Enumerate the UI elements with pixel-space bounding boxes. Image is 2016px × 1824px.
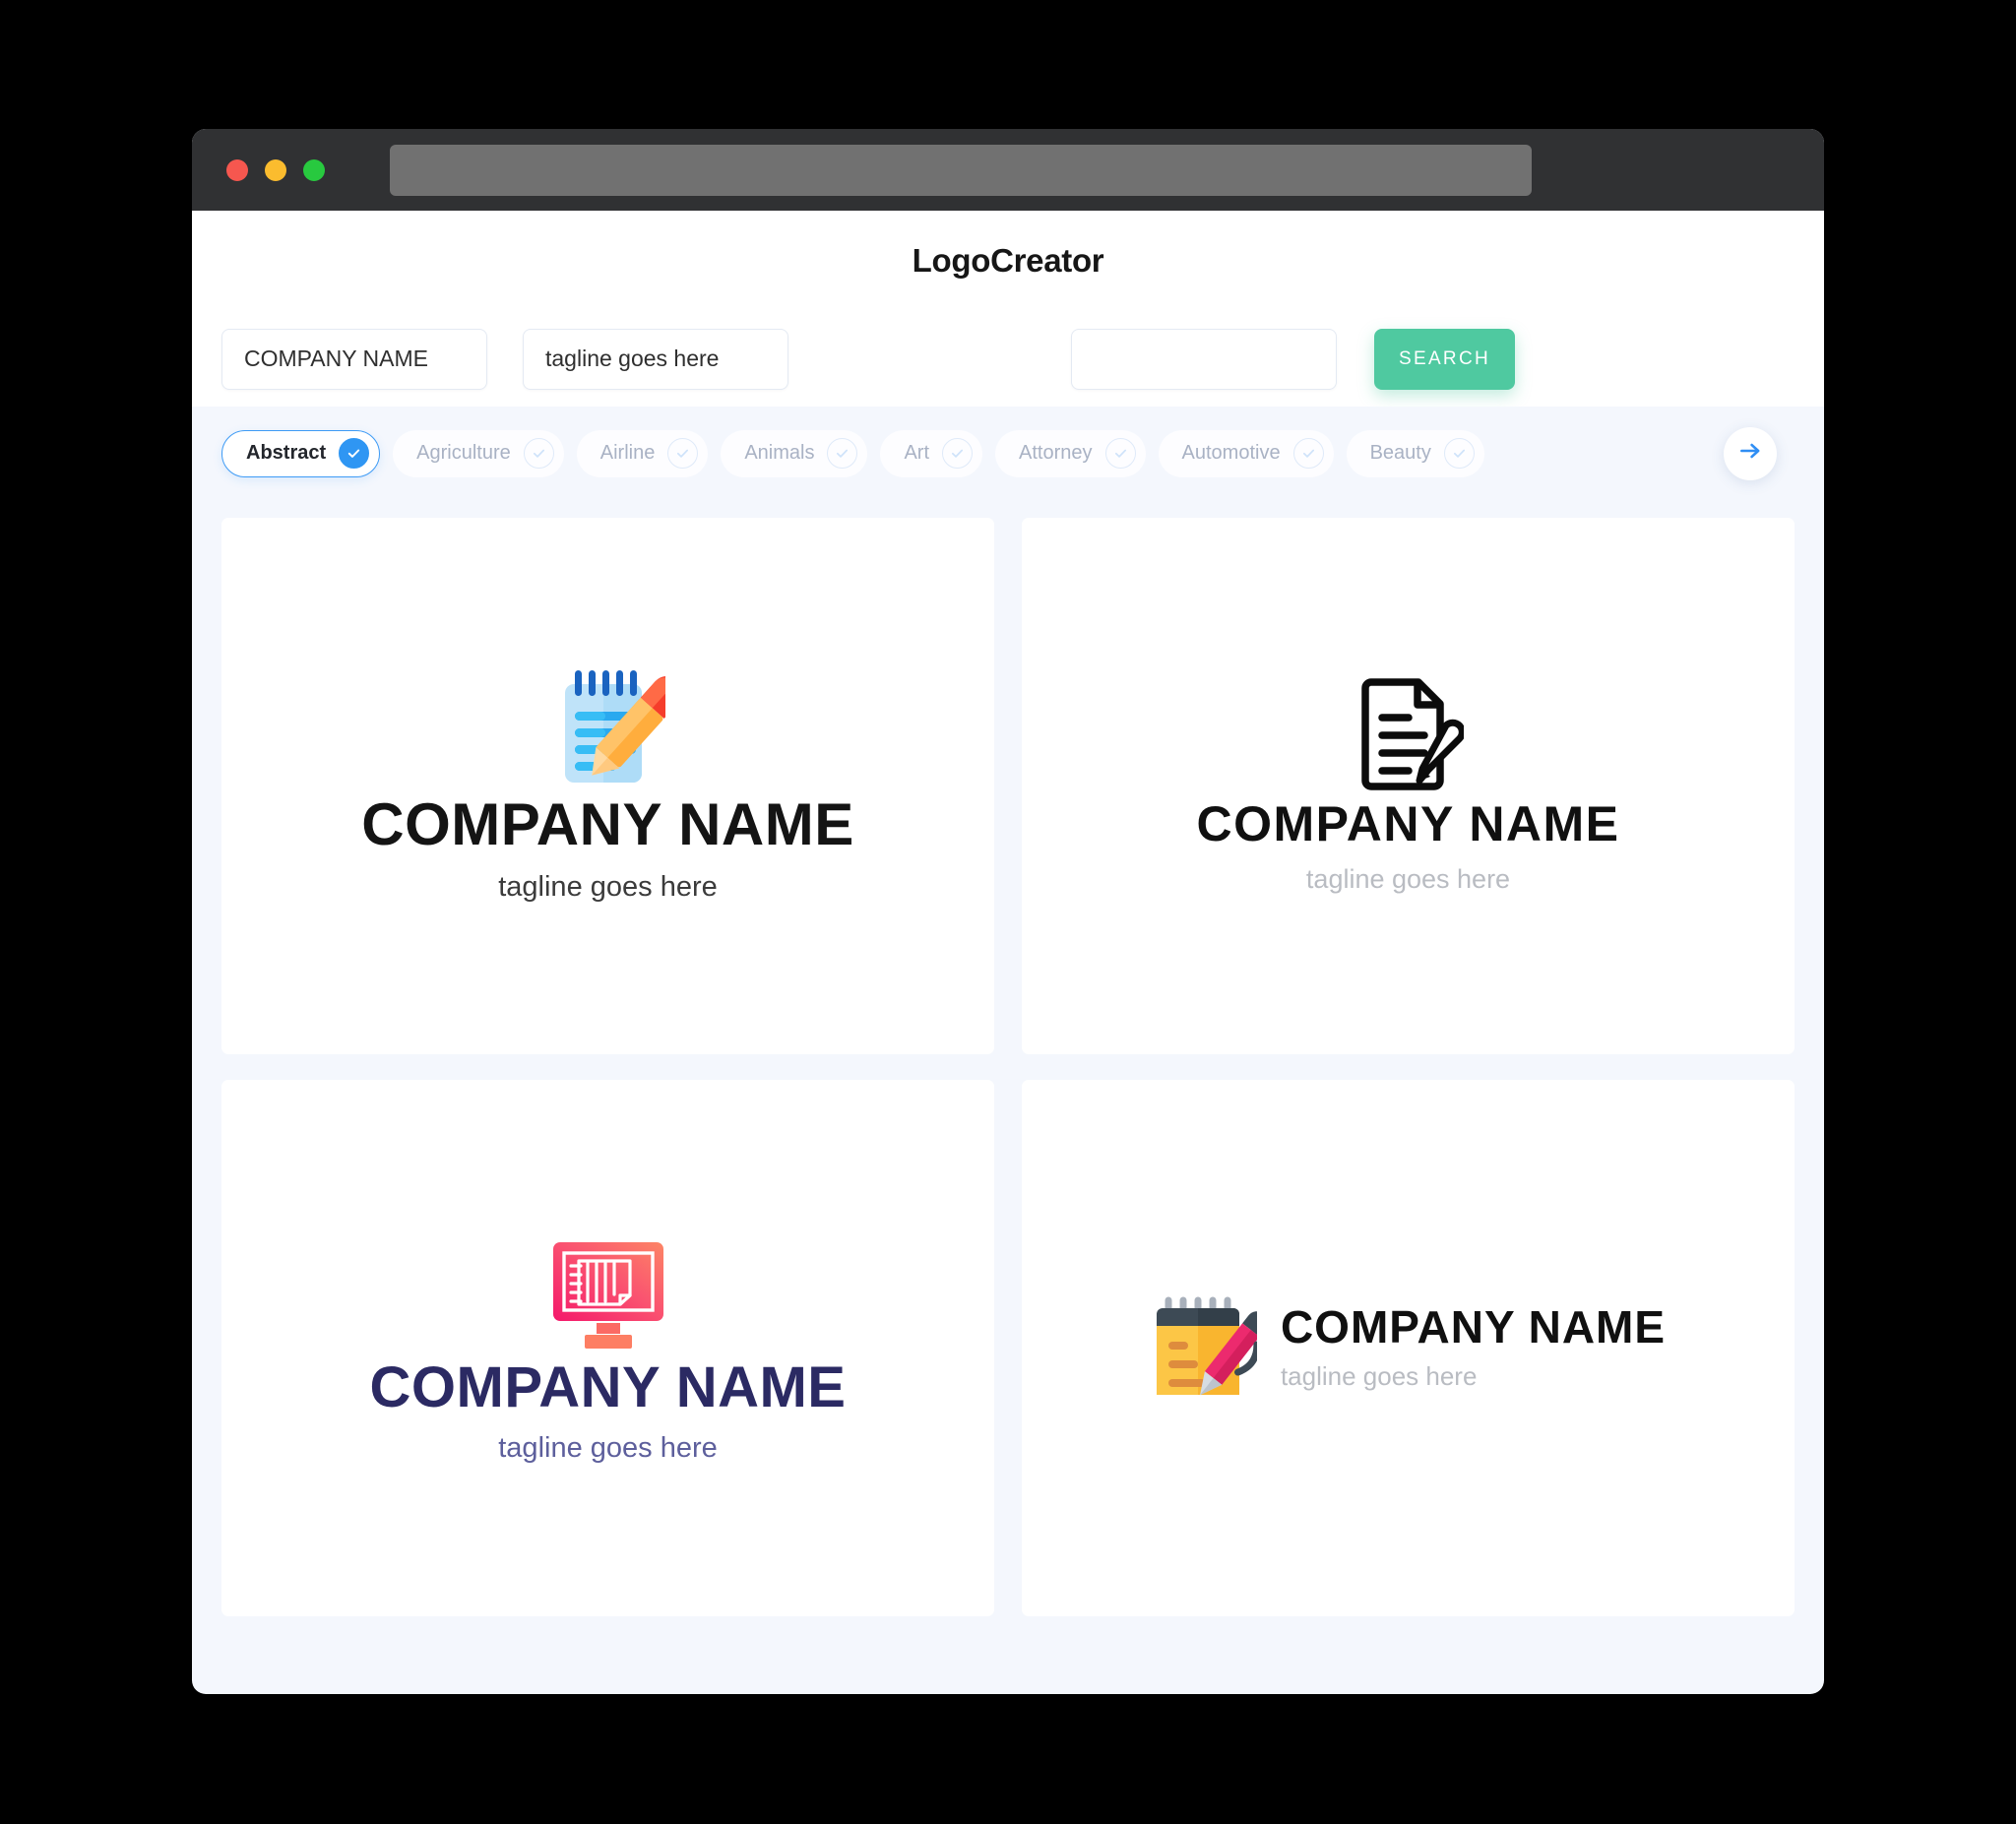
category-chip-label: Automotive — [1181, 442, 1281, 464]
category-chip-attorney[interactable]: Attorney — [995, 429, 1146, 477]
check-circle-icon — [667, 438, 699, 469]
company-name-input[interactable]: COMPANY NAME — [221, 328, 487, 390]
category-chip-beauty[interactable]: Beauty — [1346, 429, 1484, 477]
logo-card[interactable]: COMPANY NAME tagline goes here — [1022, 1080, 1795, 1616]
check-circle-icon — [942, 438, 974, 469]
check-circle-icon — [1104, 438, 1136, 469]
category-chip-airline[interactable]: Airline — [576, 429, 709, 477]
url-bar[interactable] — [390, 144, 1532, 196]
category-chip-abstract[interactable]: Abstract — [221, 429, 381, 477]
category-chip-animals[interactable]: Animals — [721, 429, 868, 477]
check-circle-icon — [339, 438, 370, 469]
logo-company-name: COMPANY NAME — [361, 791, 854, 857]
search-button[interactable]: SEARCH — [1374, 328, 1515, 390]
yellow-notepad-pen-icon — [1151, 1292, 1268, 1404]
document-pen-outline-icon — [1354, 677, 1466, 799]
page-title: LogoCreator — [912, 242, 1104, 279]
logo-tagline: tagline goes here — [1280, 1361, 1478, 1391]
notepad-pencil-icon — [549, 668, 683, 795]
logo-company-name: COMPANY NAME — [1280, 1301, 1667, 1352]
category-chip-agriculture[interactable]: Agriculture — [393, 429, 564, 477]
category-chip-label: Abstract — [246, 442, 327, 464]
logo-card[interactable]: COMPANY NAME tagline goes here — [221, 1080, 994, 1616]
category-chip-label: Agriculture — [416, 442, 511, 464]
browser-window: LogoCreator COMPANY NAME tagline goes he… — [192, 129, 1824, 1694]
logo-card[interactable]: COMPANY NAME tagline goes here — [1022, 518, 1795, 1054]
app-header: LogoCreator — [192, 211, 1824, 311]
browser-titlebar — [192, 129, 1824, 211]
category-chip-label: Beauty — [1369, 442, 1431, 464]
keyword-input[interactable] — [1071, 328, 1337, 390]
category-chip-automotive[interactable]: Automotive — [1158, 429, 1334, 477]
logo-company-name: COMPANY NAME — [369, 1354, 847, 1419]
arrow-right-icon — [1737, 438, 1763, 469]
logo-tagline: tagline goes here — [1305, 863, 1511, 894]
check-circle-icon — [827, 438, 858, 469]
logo-company-name: COMPANY NAME — [1196, 795, 1620, 851]
minimize-window-button[interactable] — [265, 158, 286, 181]
window-controls — [226, 158, 325, 181]
categories-next-button[interactable] — [1724, 426, 1777, 480]
category-chip-label: Attorney — [1019, 442, 1093, 464]
category-chip-label: Airline — [599, 442, 656, 464]
category-chip-label: Animals — [744, 442, 815, 464]
close-window-button[interactable] — [226, 158, 248, 181]
logo-tagline: tagline goes here — [498, 871, 718, 903]
category-chip-label: Art — [904, 442, 930, 464]
check-circle-icon — [1443, 438, 1475, 469]
check-circle-icon — [1292, 438, 1324, 469]
category-filter-bar[interactable]: Abstract Agriculture Airline Animals Art — [192, 407, 1824, 500]
check-circle-icon — [523, 438, 554, 469]
logo-results-grid: COMPANY NAME tagline goes here COMPANY N… — [192, 500, 1824, 1654]
zoom-window-button[interactable] — [303, 158, 325, 181]
logo-card[interactable]: COMPANY NAME tagline goes here — [221, 518, 994, 1054]
category-chip-art[interactable]: Art — [880, 429, 983, 477]
search-toolbar: COMPANY NAME tagline goes here SEARCH — [192, 311, 1824, 407]
logo-tagline: tagline goes here — [498, 1431, 718, 1464]
tagline-input[interactable]: tagline goes here — [523, 328, 788, 390]
monitor-notepad-icon — [547, 1232, 669, 1359]
